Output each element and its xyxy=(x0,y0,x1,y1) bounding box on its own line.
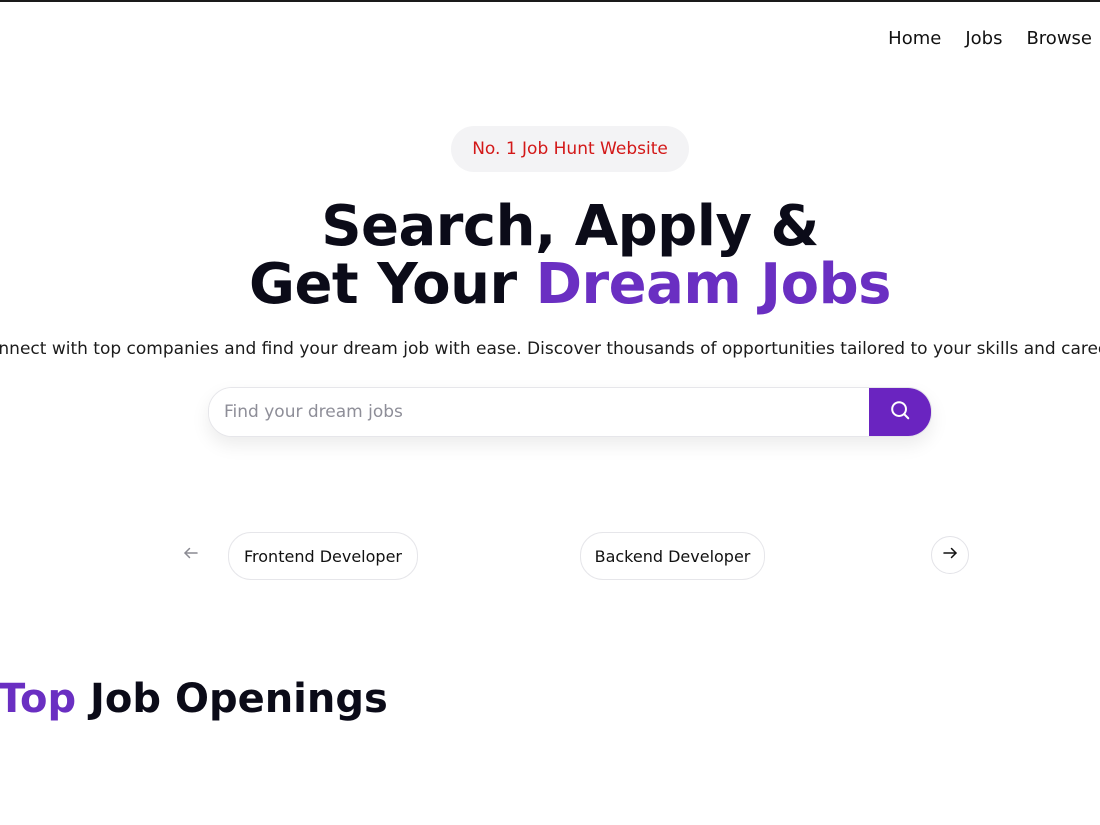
hero-title-accent: Dream Jobs xyxy=(535,252,892,317)
search-bar xyxy=(208,387,932,437)
search-icon xyxy=(889,399,911,425)
hero-title-line2-prefix: Get Your xyxy=(248,252,536,317)
main-nav: Home Jobs Browse xyxy=(888,28,1092,49)
arrow-left-icon xyxy=(182,544,200,566)
section-title: Top Job Openings xyxy=(0,676,388,722)
arrow-right-icon xyxy=(941,544,959,566)
carousel-prev-button[interactable] xyxy=(172,536,210,574)
nav-home-link[interactable]: Home xyxy=(888,28,941,49)
section-title-rest: Job Openings xyxy=(76,676,388,722)
carousel-next-button[interactable] xyxy=(931,536,969,574)
hero-subtitle: onnect with top companies and find your … xyxy=(0,339,1100,359)
nav-jobs-link[interactable]: Jobs xyxy=(965,28,1002,49)
category-pill-frontend[interactable]: Frontend Developer xyxy=(228,532,418,580)
category-pill-backend[interactable]: Backend Developer xyxy=(580,532,765,580)
hero-badge: No. 1 Job Hunt Website xyxy=(451,126,689,172)
top-border xyxy=(0,0,1100,2)
search-input[interactable] xyxy=(209,388,869,436)
hero-title: Search, Apply & Get Your Dream Jobs xyxy=(0,198,1100,314)
search-button[interactable] xyxy=(869,388,931,436)
section-title-accent: Top xyxy=(0,676,77,722)
nav-browse-link[interactable]: Browse xyxy=(1026,28,1092,49)
hero-title-line1: Search, Apply & xyxy=(321,194,819,259)
